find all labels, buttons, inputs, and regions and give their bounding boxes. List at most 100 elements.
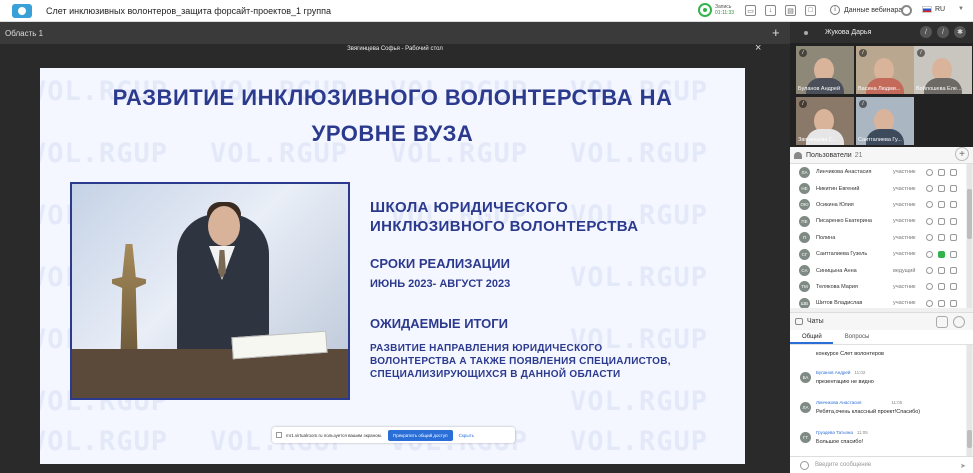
video-tile[interactable]: / Буланов Андрей	[796, 46, 854, 94]
settings-gear-icon[interactable]	[901, 5, 912, 16]
message-author: Буланов Андрей 11:02	[816, 370, 865, 375]
message-author-name: Буланов Андрей	[816, 370, 851, 375]
users-scrollbar[interactable]	[967, 164, 972, 308]
video-tile[interactable]: / Звягинцева С...	[796, 97, 854, 145]
camera-icon[interactable]	[938, 299, 945, 307]
chat-file-icon[interactable]	[936, 316, 948, 328]
info-icon: i	[830, 5, 840, 15]
slide-title-line: РАЗВИТИЕ ИНКЛЮЗИВНОГО ВОЛОНТЕРСТВА НА	[112, 85, 673, 110]
mic-off-icon[interactable]	[926, 234, 933, 242]
camera-icon[interactable]	[938, 283, 945, 291]
chevron-down-icon[interactable]: ▼	[958, 6, 964, 12]
mic-off-icon[interactable]	[926, 217, 933, 225]
screen-share-notice: mr1.virtualroom.ru пользуется вашим экра…	[272, 427, 515, 443]
slide-title-line: УРОВНЕ ВУЗА	[311, 121, 474, 146]
app-logo-icon[interactable]	[12, 3, 32, 18]
screen-share-icon[interactable]	[950, 217, 957, 225]
webinar-title: Слет инклюзивных волонтеров_защита форса…	[46, 5, 331, 16]
screen-share-icon[interactable]	[950, 283, 957, 291]
mic-off-icon[interactable]	[926, 250, 933, 258]
video-tile[interactable]: / Саитгалиева Гу...	[856, 97, 914, 145]
record-time: 01:11:33	[715, 10, 735, 16]
mic-off-icon[interactable]: /	[920, 26, 932, 38]
message-time: 11:05	[856, 430, 868, 435]
chat-bubble-icon[interactable]: ▭	[745, 5, 756, 16]
message-author: Груздева Татьяна 11:05	[816, 430, 868, 435]
screen-share-icon[interactable]	[950, 250, 957, 258]
watermark-text: VOL.RGUP	[570, 262, 709, 293]
screen-share-icon[interactable]	[950, 201, 957, 209]
download-icon[interactable]: ↓	[765, 5, 776, 16]
user-row[interactable]: ОЮ Осикина Юлия участник	[790, 197, 966, 213]
mic-off-icon[interactable]	[926, 168, 933, 176]
add-user-button[interactable]: +	[955, 147, 969, 161]
mic-off-icon[interactable]	[926, 283, 933, 291]
screen-share-icon[interactable]	[950, 234, 957, 242]
tab-general[interactable]: Общий	[790, 330, 833, 344]
mic-off-icon[interactable]	[926, 267, 933, 275]
camera-icon[interactable]	[938, 201, 945, 209]
user-row[interactable]: СА Синицына Анна ведущий	[790, 262, 966, 278]
school-heading-line: ИНКЛЮЗИВНОГО ВОЛОНТЕРСТВА	[370, 218, 639, 235]
record-icon	[698, 3, 712, 17]
users-scrollbar-thumb[interactable]	[967, 189, 972, 239]
avatar: П	[799, 232, 810, 244]
chat-settings-gear-icon[interactable]	[953, 316, 965, 328]
mic-off-icon[interactable]	[926, 185, 933, 193]
camera-off-icon[interactable]: /	[937, 26, 949, 38]
user-row[interactable]: СГ Саитгалиева Гузель участник	[790, 246, 966, 262]
user-row[interactable]: ЛА Линчикова Анастасия участник	[790, 164, 966, 180]
lawyer-photo	[70, 182, 350, 400]
avatar: ГТ	[800, 432, 811, 443]
area-tab[interactable]: Область 1	[5, 29, 43, 38]
camera-icon[interactable]	[938, 185, 945, 193]
camera-icon[interactable]	[938, 234, 945, 242]
grip-icon[interactable]	[276, 432, 282, 438]
user-row[interactable]: П Полина участник	[790, 230, 966, 246]
screen-share-icon[interactable]	[950, 299, 957, 307]
user-row[interactable]: ШВ Шитов Владислав участник	[790, 295, 966, 308]
top-bar: Слет инклюзивных волонтеров_защита форса…	[0, 0, 973, 22]
mic-off-icon[interactable]	[926, 201, 933, 209]
video-tile[interactable]: / Войлошева Еле...	[914, 46, 972, 94]
webinar-info-button[interactable]: i Данные вебинара	[830, 5, 902, 15]
layout-icon[interactable]: ▤	[785, 5, 796, 16]
active-speaker-name: Жукова Дарья	[825, 29, 872, 36]
mic-off-icon: /	[917, 49, 925, 57]
user-row[interactable]: ПЕ Писаренко Екатерина участник	[790, 213, 966, 229]
screen-icon[interactable]: □	[805, 5, 816, 16]
close-screen-share-button[interactable]: ×	[755, 42, 761, 54]
stop-sharing-button[interactable]: Прекратить общий доступ	[388, 429, 453, 441]
language-selector[interactable]: RU	[922, 6, 945, 13]
chat-scrollbar-thumb[interactable]	[967, 430, 972, 448]
screen-share-icon[interactable]	[950, 168, 957, 176]
camera-icon[interactable]	[938, 168, 945, 176]
add-area-button[interactable]: +	[772, 25, 780, 40]
message-input[interactable]: Введите сообщение	[815, 462, 871, 468]
avatar: ШВ	[799, 297, 810, 308]
camera-icon[interactable]	[938, 217, 945, 225]
chat-icon	[795, 318, 803, 325]
users-count: 21	[854, 151, 863, 159]
chat-scrollbar[interactable]	[967, 345, 972, 456]
video-tile-name: Буланов Андрей	[798, 86, 841, 92]
mic-off-icon: /	[859, 49, 867, 57]
tab-questions[interactable]: Вопросы	[833, 330, 881, 344]
screen-share-icon[interactable]	[950, 185, 957, 193]
gear-icon[interactable]: ✱	[954, 26, 966, 38]
record-indicator[interactable]: Запись 01:11:33	[698, 3, 734, 17]
camera-on-icon[interactable]	[938, 250, 945, 258]
avatar: ОЮ	[799, 199, 810, 211]
user-row[interactable]: ТМ Телякова Мария участник	[790, 279, 966, 295]
send-icon[interactable]: ➤	[960, 462, 966, 470]
user-row[interactable]: НЕ Никитин Евгений участник	[790, 180, 966, 196]
emoji-icon[interactable]	[800, 460, 809, 470]
video-tile[interactable]: / Васина Людми...	[856, 46, 914, 94]
results-line: РАЗВИТИЕ НАПРАВЛЕНИЯ ЮРИДИЧЕСКОГО	[370, 343, 603, 354]
avatar: БА	[800, 372, 811, 383]
camera-icon[interactable]	[938, 267, 945, 275]
mic-off-icon[interactable]	[926, 299, 933, 307]
chat-tabs: Общий Вопросы	[790, 330, 973, 345]
screen-share-icon[interactable]	[950, 267, 957, 275]
hide-notice-link[interactable]: Скрыть	[459, 433, 474, 438]
